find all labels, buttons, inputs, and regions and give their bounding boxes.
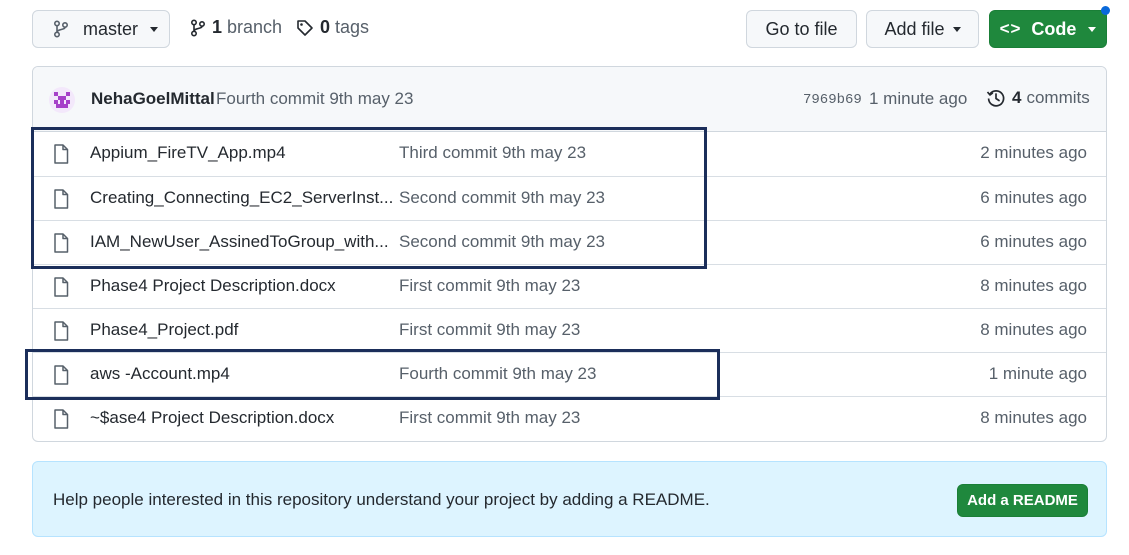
file-row[interactable]: Phase4 Project Description.docx First com… xyxy=(33,264,1106,308)
tags-link[interactable]: 0 tags xyxy=(296,17,369,38)
file-name-link[interactable]: ~$ase4 Project Description.docx xyxy=(90,408,334,428)
file-icon xyxy=(54,321,69,341)
code-button[interactable]: <> Code xyxy=(989,10,1107,48)
git-branch-icon xyxy=(53,20,69,38)
file-age: 6 minutes ago xyxy=(980,232,1087,251)
commit-time: 1 minute ago xyxy=(869,89,968,108)
code-icon: <> xyxy=(999,19,1022,38)
branch-selector-button[interactable]: master xyxy=(32,10,170,48)
file-icon xyxy=(54,277,69,297)
git-branch-icon xyxy=(190,18,206,37)
tag-icon xyxy=(297,19,313,36)
caret-down-icon xyxy=(150,26,159,32)
file-age: 1 minute ago xyxy=(988,364,1087,383)
avatar[interactable] xyxy=(49,87,75,113)
go-to-file-button[interactable]: Go to file xyxy=(746,10,857,48)
branch-label: branch xyxy=(227,17,283,37)
add-file-label: Add file xyxy=(884,18,945,39)
commit-author-link[interactable]: NehaGoelMittal xyxy=(91,89,215,109)
notification-dot xyxy=(1101,6,1110,15)
file-commit-message-link[interactable]: First commit 9th may 23 xyxy=(399,276,580,296)
highlight-box-bottom xyxy=(25,349,720,400)
file-commit-message-link[interactable]: First commit 9th may 23 xyxy=(399,408,580,428)
branches-link[interactable]: 1 branch xyxy=(190,17,282,38)
file-name-link[interactable]: Phase4 Project Description.docx xyxy=(90,276,336,296)
history-icon xyxy=(986,90,1005,107)
commit-hash-link[interactable]: 7969b69 xyxy=(803,92,862,108)
file-age: 8 minutes ago xyxy=(980,276,1087,295)
file-age: 2 minutes ago xyxy=(980,143,1087,162)
branch-name: master xyxy=(83,18,139,39)
add-file-button[interactable]: Add file xyxy=(866,10,979,48)
branch-count: 1 xyxy=(212,17,223,37)
file-age: 6 minutes ago xyxy=(980,188,1087,207)
highlight-box-top xyxy=(31,127,707,269)
commit-count: 4 xyxy=(1012,88,1022,107)
file-age: 8 minutes ago xyxy=(980,408,1087,427)
file-row[interactable]: ~$ase4 Project Description.docx First com… xyxy=(33,396,1106,440)
add-readme-button[interactable]: Add a README xyxy=(957,484,1088,517)
code-label: Code xyxy=(1031,18,1077,39)
file-icon xyxy=(54,409,69,429)
commit-count-label: commits xyxy=(1026,88,1090,107)
file-commit-message-link[interactable]: First commit 9th may 23 xyxy=(399,320,580,340)
go-to-file-label: Go to file xyxy=(765,18,838,39)
tag-label: tags xyxy=(335,17,370,37)
commits-link[interactable]: 4 commits xyxy=(986,88,1090,108)
readme-prompt-text: Help people interested in this repositor… xyxy=(53,490,710,509)
caret-down-icon xyxy=(952,26,961,32)
latest-commit-bar: NehaGoelMittal Fourth commit 9th may 23 … xyxy=(33,67,1106,132)
readme-banner: Help people interested in this repositor… xyxy=(32,461,1107,537)
file-name-link[interactable]: Phase4_Project.pdf xyxy=(90,320,238,340)
file-age: 8 minutes ago xyxy=(980,320,1087,339)
caret-down-icon xyxy=(1088,26,1097,32)
file-row[interactable]: Phase4_Project.pdf First commit 9th may 2… xyxy=(33,308,1106,352)
tag-count: 0 xyxy=(320,17,331,37)
commit-message-link[interactable]: Fourth commit 9th may 23 xyxy=(216,89,413,109)
